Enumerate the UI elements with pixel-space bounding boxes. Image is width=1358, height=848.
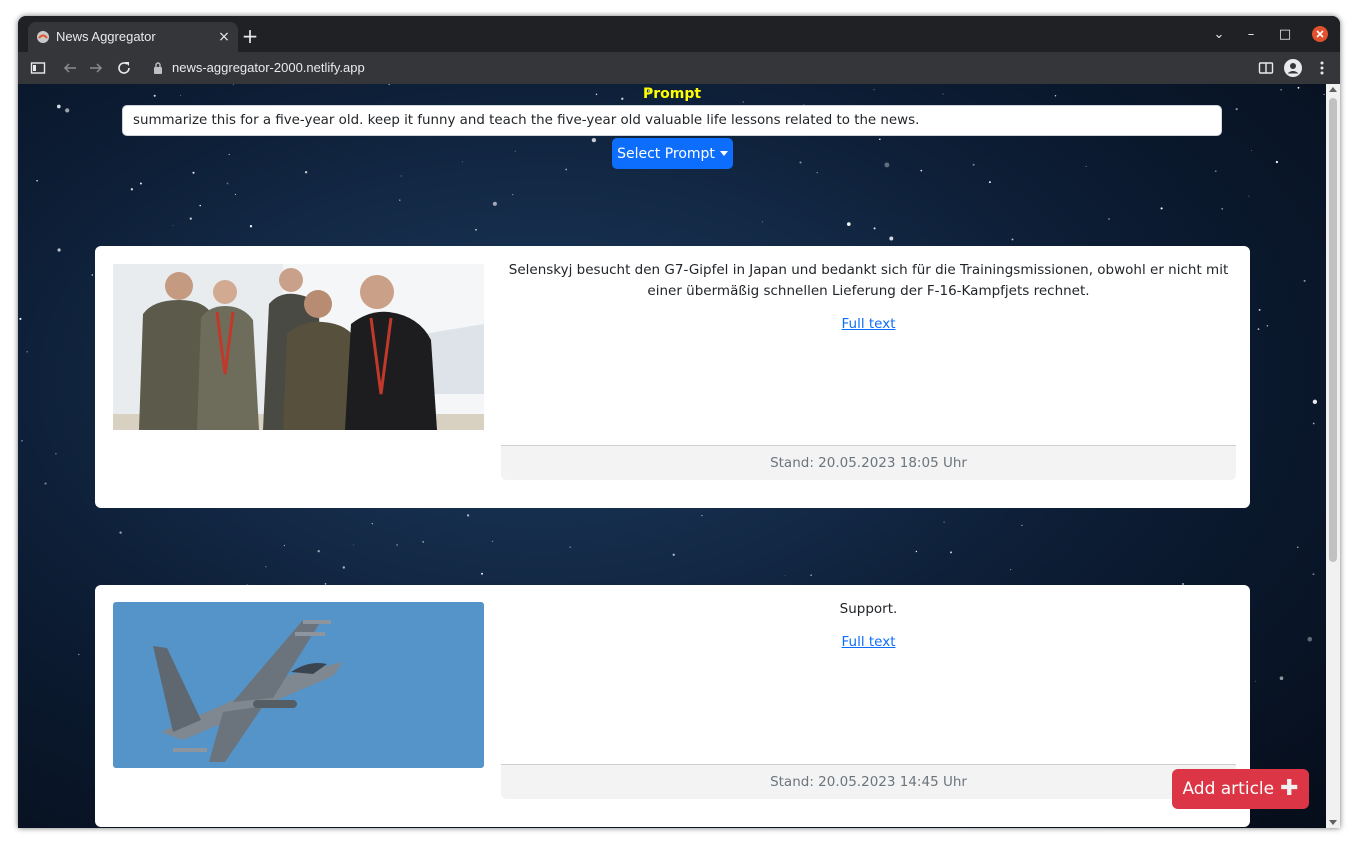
photo-men-in-military-clothing (113, 264, 484, 430)
plus-icon: ✚ (1280, 776, 1299, 801)
profile-avatar-icon[interactable] (1284, 59, 1302, 77)
reading-mode-icon[interactable] (1258, 60, 1274, 76)
browser-tab[interactable]: News Aggregator × (28, 22, 238, 52)
tab-bar: News Aggregator × + ⌄ – □ (18, 16, 1340, 52)
full-text-link[interactable]: Full text (501, 316, 1236, 332)
scroll-thumb[interactable] (1329, 98, 1337, 562)
article-card: Support. Full text Stand: 20.05.2023 14:… (95, 585, 1250, 827)
add-article-label: Add article (1182, 779, 1275, 799)
article-card: Selenskyj besucht den G7-Gipfel in Japan… (95, 246, 1250, 508)
prompt-label: Prompt (642, 86, 702, 102)
address-bar-url[interactable]: news-aggregator-2000.netlify.app (172, 60, 365, 75)
article-content: Support. Full text Stand: 20.05.2023 14:… (501, 585, 1236, 827)
article-summary: Selenskyj besucht den G7-Gipfel in Japan… (508, 262, 1229, 299)
kebab-menu-icon[interactable] (1314, 60, 1330, 76)
prompt-input[interactable]: summarize this for a five-year old. keep… (122, 105, 1222, 136)
full-text-link[interactable]: Full text (501, 634, 1236, 650)
article-timestamp: Stand: 20.05.2023 14:45 Uhr (501, 764, 1236, 799)
article-image (113, 264, 484, 430)
photo-f16-jet (113, 602, 484, 768)
minimize-icon[interactable]: – (1242, 26, 1260, 44)
browser-window: News Aggregator × + ⌄ – □ news-aggregato… (18, 16, 1340, 828)
forward-arrow-icon[interactable] (88, 60, 104, 76)
article-summary: Support. (839, 601, 898, 617)
window-close-icon[interactable] (1312, 26, 1328, 42)
lock-icon[interactable] (152, 61, 164, 75)
vertical-scrollbar[interactable] (1326, 84, 1340, 828)
article-image (113, 602, 484, 768)
article-timestamp: Stand: 20.05.2023 18:05 Uhr (501, 445, 1236, 480)
add-article-button[interactable]: Add article ✚ (1172, 769, 1309, 809)
tab-close-icon[interactable]: × (216, 27, 232, 47)
select-prompt-label: Select Prompt (617, 145, 715, 162)
select-prompt-button[interactable]: Select Prompt (612, 138, 733, 169)
article-content: Selenskyj besucht den G7-Gipfel in Japan… (501, 246, 1236, 508)
caret-down-icon (719, 151, 728, 156)
reload-icon[interactable] (116, 60, 132, 76)
page-viewport: Prompt summarize this for a five-year ol… (18, 84, 1326, 828)
sidebar-icon[interactable] (30, 60, 46, 76)
browser-toolbar: news-aggregator-2000.netlify.app (18, 52, 1340, 84)
maximize-icon[interactable]: □ (1276, 26, 1294, 44)
back-arrow-icon[interactable] (62, 60, 78, 76)
scroll-up-icon[interactable] (1329, 87, 1337, 92)
scroll-down-icon[interactable] (1329, 820, 1337, 825)
favicon-icon (37, 31, 49, 43)
tab-search-chevron-icon[interactable]: ⌄ (1210, 26, 1228, 44)
tab-title: News Aggregator (56, 29, 156, 44)
new-tab-icon[interactable]: + (240, 26, 260, 46)
